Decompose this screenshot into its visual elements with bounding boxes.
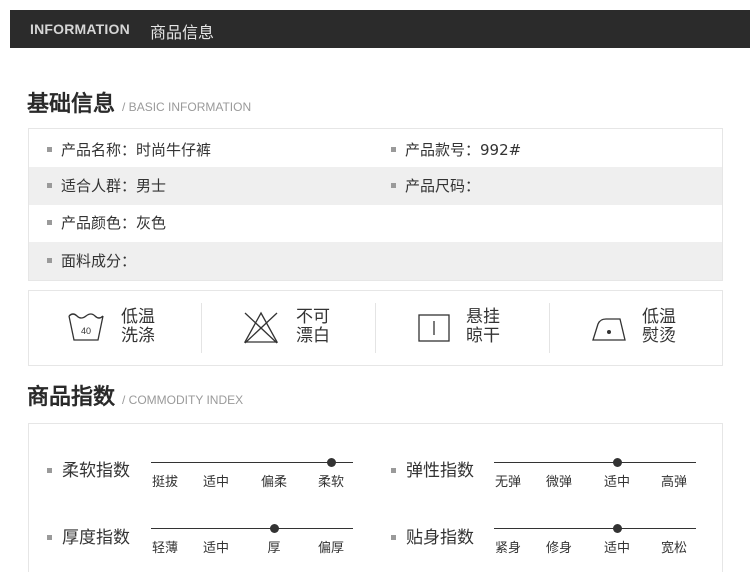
- care-item-wash: 40 低温 洗涤: [29, 291, 201, 365]
- elasticity-label: 弹性指数: [406, 461, 474, 481]
- scale-tick-label: 偏厚: [317, 541, 345, 556]
- header-bar: INFORMATION 商品信息: [10, 10, 750, 48]
- care-line2: 熨烫: [642, 326, 676, 346]
- scale-tick-label: 偏柔: [260, 475, 288, 490]
- scale-marker-dot: [613, 524, 622, 533]
- care-line1: 悬挂: [466, 307, 500, 327]
- scale-tick-label: 适中: [603, 541, 631, 556]
- basic-section-title: 基础信息 / BASIC INFORMATION: [27, 86, 251, 118]
- scale-tick-label: 柔软: [317, 475, 345, 490]
- care-line2: 晾干: [466, 326, 500, 346]
- fit-label: 贴身指数: [406, 528, 474, 548]
- scale-tick-label: 厚: [267, 541, 281, 556]
- bullet-icon: [47, 183, 52, 188]
- info-row: 适合人群：男士 产品尺码：: [29, 167, 722, 205]
- info-row: 面料成分：: [29, 242, 722, 280]
- thickness-scale: 轻薄 适中 厚 偏厚: [151, 520, 353, 560]
- bullet-icon: [47, 534, 52, 540]
- info-cell: 面料成分：: [47, 242, 136, 280]
- care-line1: 低温: [121, 307, 155, 327]
- product-size-text: 产品尺码：: [405, 177, 481, 195]
- bullet-icon: [391, 183, 396, 188]
- wash-40-icon: 40: [68, 313, 104, 341]
- care-text: 低温 洗涤: [121, 308, 155, 346]
- index-title-en: / COMMODITY INDEX: [122, 393, 244, 407]
- care-item-iron: 低温 熨烫: [550, 291, 722, 365]
- bullet-icon: [47, 147, 52, 152]
- product-code-text: 产品款号：992#: [405, 141, 522, 159]
- basic-title-cn: 基础信息: [27, 92, 116, 117]
- scale-line: [494, 528, 696, 529]
- index-label: 柔软指数: [47, 456, 130, 481]
- scale-line: [151, 528, 353, 529]
- info-row: 产品颜色：灰色: [29, 204, 722, 242]
- scale-marker-dot: [613, 458, 622, 467]
- scale-marker-dot: [270, 524, 279, 533]
- scale-tick-label: 轻薄: [151, 541, 179, 556]
- bullet-icon: [47, 467, 52, 473]
- bullet-icon: [391, 467, 396, 473]
- header-title-cn: 商品信息: [150, 23, 215, 42]
- scale-line: [494, 462, 696, 463]
- no-bleach-icon: [243, 311, 279, 344]
- hang-dry-icon: [418, 314, 450, 342]
- index-label: 弹性指数: [391, 456, 474, 481]
- target-group-text: 适合人群：男士: [61, 177, 167, 195]
- index-section-title: 商品指数 / COMMODITY INDEX: [27, 379, 243, 411]
- index-label: 厚度指数: [47, 523, 130, 548]
- fabric-text: 面料成分：: [61, 252, 137, 270]
- index-panel: 柔软指数 挺拔 适中 偏柔 柔软 弹性指数 无弹 微弹 适中 高弹 厚度指数 轻薄 适中厚偏厚…: [28, 423, 723, 572]
- care-text: 不可 漂白: [296, 308, 330, 346]
- info-cell: 产品名称：时尚牛仔裤: [47, 131, 211, 169]
- scale-line: [151, 462, 353, 463]
- scale-tick-label: 无弹: [494, 475, 522, 490]
- scale-tick-label: 适中: [202, 475, 230, 490]
- care-line1: 低温: [642, 307, 676, 327]
- product-color-text: 产品颜色：灰色: [61, 214, 167, 232]
- care-line2: 洗涤: [121, 326, 155, 346]
- iron-low-icon: [592, 318, 626, 341]
- elasticity-scale: 无弹 微弹 适中 高弹: [494, 454, 696, 494]
- scale-tick-label: 宽松: [660, 541, 688, 556]
- care-line1: 不可: [296, 307, 330, 327]
- care-line2: 漂白: [296, 326, 330, 346]
- care-text: 悬挂 晾干: [466, 308, 500, 346]
- bullet-icon: [47, 258, 52, 263]
- thickness-label: 厚度指数: [62, 528, 130, 548]
- info-row: 产品名称：时尚牛仔裤 产品款号：992#: [29, 131, 722, 169]
- bullet-icon: [47, 220, 52, 225]
- basic-info-panel: 产品名称：时尚牛仔裤 产品款号：992# 适合人群：男士 产品尺码： 产品颜色：…: [28, 128, 723, 281]
- care-text: 低温 熨烫: [642, 308, 676, 346]
- scale-tick-label: 高弹: [660, 475, 688, 490]
- care-item-bleach: 不可 漂白: [202, 291, 375, 365]
- header-title-en: INFORMATION: [30, 21, 130, 37]
- info-cell: 产品尺码：: [391, 167, 480, 205]
- scale-tick-label: 微弹: [545, 475, 573, 490]
- product-name-text: 产品名称：时尚牛仔裤: [61, 141, 212, 159]
- softness-scale: 挺拔 适中 偏柔 柔软: [151, 454, 353, 494]
- care-panel: 40 低温 洗涤 不可 漂白 悬挂 晾干 低温 熨烫: [28, 290, 723, 366]
- scale-tick-label: 紧身: [494, 541, 522, 556]
- basic-title-en: / BASIC INFORMATION: [122, 100, 252, 114]
- scale-tick-label: 修身: [545, 541, 573, 556]
- bullet-icon: [391, 534, 396, 540]
- index-title-cn: 商品指数: [27, 385, 116, 410]
- scale-marker-dot: [327, 458, 336, 467]
- bullet-icon: [391, 147, 396, 152]
- scale-tick-label: 适中: [202, 541, 230, 556]
- index-label: 贴身指数: [391, 523, 474, 548]
- care-item-dry: 悬挂 晾干: [376, 291, 549, 365]
- info-cell: 产品款号：992#: [391, 131, 521, 169]
- scale-tick-label: 挺拔: [151, 475, 179, 490]
- wash-temp-text: 40: [81, 326, 91, 336]
- info-cell: 适合人群：男士: [47, 167, 166, 205]
- info-cell: 产品颜色：灰色: [47, 204, 166, 242]
- scale-tick-label: 适中: [603, 475, 631, 490]
- softness-label: 柔软指数: [62, 461, 130, 481]
- fit-scale: 紧身 修身 适中 宽松: [494, 520, 696, 560]
